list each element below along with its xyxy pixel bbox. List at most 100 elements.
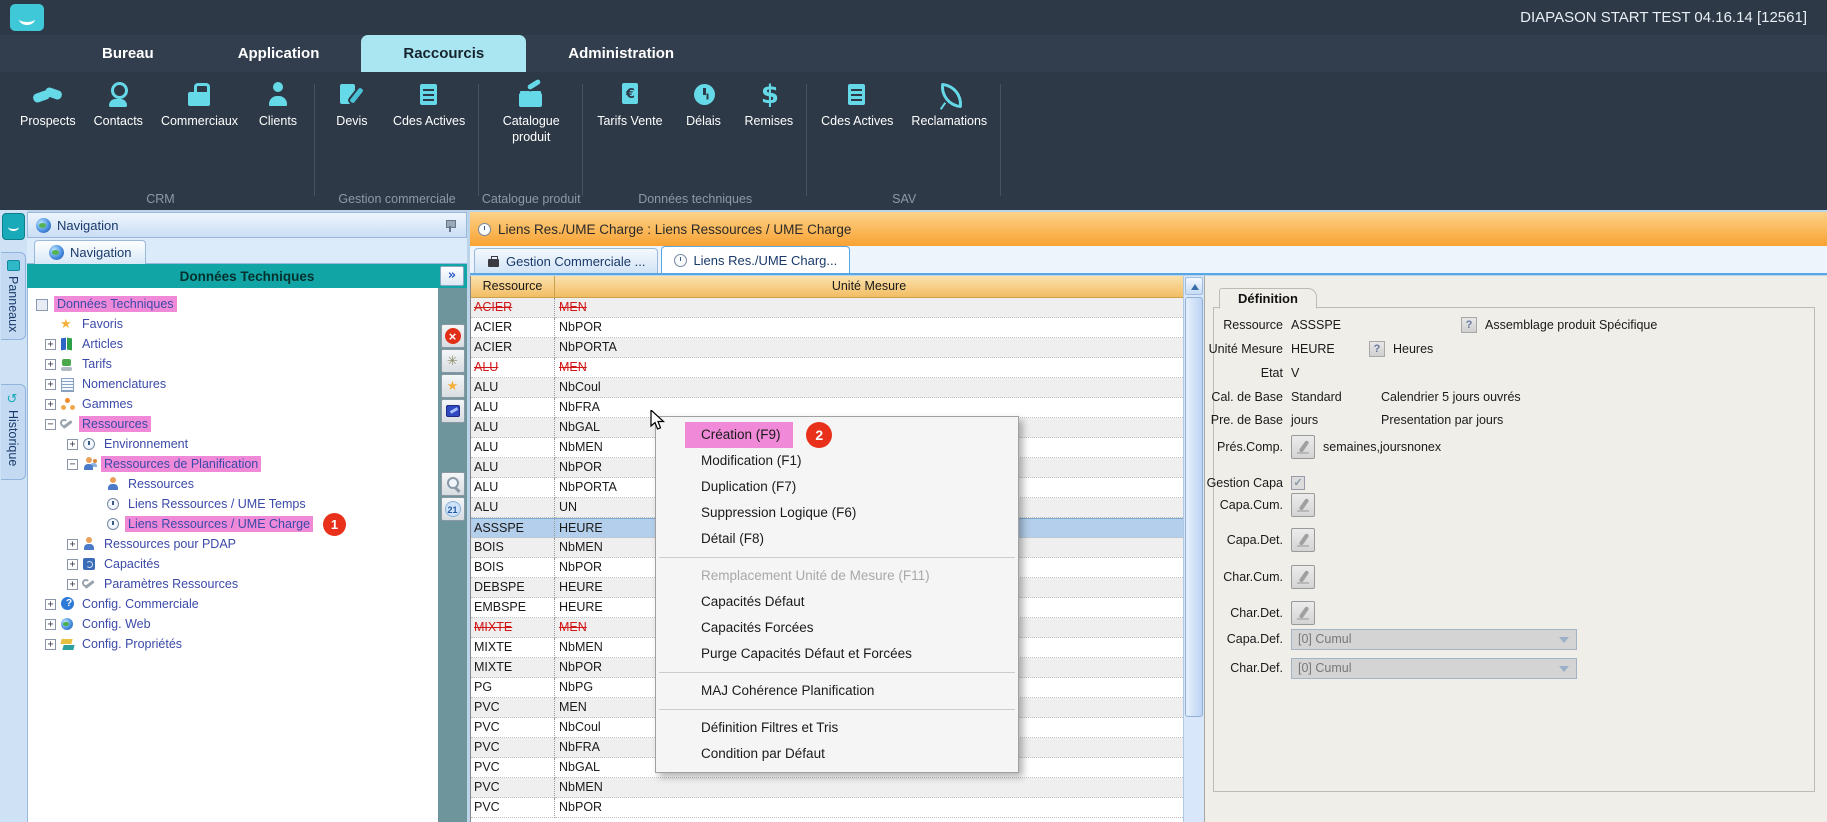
rail-collapse-icon[interactable] <box>2 213 25 240</box>
context-menu-item[interactable]: MAJ Cohérence Planification <box>657 678 1017 704</box>
table-row[interactable]: ALU NbCoul <box>471 378 1183 398</box>
tree-item[interactable]: Données Techniques <box>28 294 438 314</box>
context-menu-item[interactable]: Duplication (F7) <box>657 474 1017 500</box>
edit-hand-icon[interactable] <box>1291 493 1315 517</box>
expand-toggle-icon[interactable]: + <box>45 619 56 630</box>
table-row[interactable]: PVC NbMEN <box>471 778 1183 798</box>
tree-tool-button[interactable] <box>441 374 465 398</box>
tree-item[interactable]: Ressources <box>28 474 438 494</box>
tree-item[interactable]: + Ressources pour PDAP <box>28 534 438 554</box>
table-row[interactable]: ACIER NbPOR <box>471 318 1183 338</box>
ribbon-button[interactable]: Cdes Actives <box>393 80 465 130</box>
ribbon-button[interactable]: Contacts <box>94 80 143 130</box>
context-menu-item[interactable]: Condition par Défaut <box>657 741 1017 767</box>
help-icon[interactable]: ? <box>1369 341 1385 357</box>
document-tab[interactable]: Gestion Commerciale ... <box>474 248 658 273</box>
collapse-panel-button[interactable]: » <box>440 266 464 286</box>
context-menu-item[interactable]: Définition Filtres et Tris <box>657 715 1017 741</box>
tree-item[interactable]: + Nomenclatures <box>28 374 438 394</box>
edit-hand-icon[interactable] <box>1291 565 1315 589</box>
menu-tab[interactable]: Bureau <box>60 35 196 72</box>
menu-tab[interactable]: Application <box>196 35 362 72</box>
menu-tab[interactable]: Raccourcis <box>361 35 526 72</box>
checkbox-gestion-capa[interactable]: ✓ <box>1291 476 1305 490</box>
tree-tool-button[interactable] <box>441 472 465 496</box>
context-menu-item[interactable] <box>659 709 1015 710</box>
ribbon-button[interactable]: Prospects <box>20 80 76 130</box>
expand-toggle-icon[interactable]: + <box>45 379 56 390</box>
ribbon-button[interactable]: Cdes Actives <box>821 80 893 130</box>
ribbon-button[interactable]: Remises <box>745 80 794 130</box>
tree-item[interactable]: Liens Ressources / UME Charge 1 <box>28 514 438 534</box>
table-row[interactable]: ALU MEN <box>471 358 1183 378</box>
ribbon-button[interactable]: Reclamations <box>911 80 987 130</box>
app-logo-icon[interactable] <box>10 4 44 31</box>
tree-item[interactable]: + Articles <box>28 334 438 354</box>
table-scrollbar[interactable] <box>1183 276 1204 822</box>
edit-hand-icon[interactable] <box>1291 435 1315 459</box>
table-row[interactable]: ACIER NbPORTA <box>471 338 1183 358</box>
context-menu-item[interactable]: Modification (F1) <box>657 448 1017 474</box>
document-tab[interactable]: Liens Res./UME Charg... <box>661 246 850 273</box>
context-menu-item[interactable]: Suppression Logique (F6) <box>657 500 1017 526</box>
ribbon-button[interactable]: Devis <box>329 80 375 130</box>
tree-item[interactable]: + Paramètres Ressources <box>28 574 438 594</box>
tree-item[interactable]: − Ressources de Planification <box>28 454 438 474</box>
edit-hand-icon[interactable] <box>1291 528 1315 552</box>
ribbon-button[interactable]: Commerciaux <box>161 80 237 130</box>
context-menu-item[interactable]: Purge Capacités Défaut et Forcées <box>657 641 1017 667</box>
expand-toggle-icon[interactable]: + <box>67 539 78 550</box>
edit-hand-icon[interactable] <box>1291 601 1315 625</box>
dropdown-char-def[interactable]: [0] Cumul <box>1291 658 1577 679</box>
tree-item[interactable]: − Ressources <box>28 414 438 434</box>
expand-toggle-icon[interactable]: − <box>67 459 78 470</box>
tree-item[interactable]: + Gammes <box>28 394 438 414</box>
tree-tool-button[interactable] <box>441 324 465 348</box>
context-menu-item[interactable]: Capacités Forcées <box>657 615 1017 641</box>
tree-item[interactable]: + Config. Commerciale <box>28 594 438 614</box>
navigation-tab[interactable]: Navigation <box>34 240 146 264</box>
table-row[interactable]: ALU NbFRA <box>471 398 1183 418</box>
tree-item[interactable]: + Config. Web <box>28 614 438 634</box>
expand-toggle-icon[interactable]: + <box>45 399 56 410</box>
context-menu-item[interactable]: Détail (F8) <box>657 526 1017 552</box>
tree-tool-button[interactable] <box>441 349 465 373</box>
tree-item[interactable]: + Environnement <box>28 434 438 454</box>
context-menu-item[interactable]: Capacités Défaut <box>657 589 1017 615</box>
scroll-up-icon[interactable] <box>1185 277 1203 295</box>
table-row[interactable]: ACIER MEN <box>471 298 1183 318</box>
column-header-unite-mesure[interactable]: Unité Mesure <box>555 276 1183 297</box>
column-header-ressource[interactable]: Ressource <box>471 276 555 297</box>
ribbon-button[interactable]: Clients <box>255 80 301 130</box>
expand-toggle-icon[interactable]: + <box>45 639 56 650</box>
context-menu-item[interactable] <box>659 557 1015 558</box>
scrollbar-thumb[interactable] <box>1185 297 1203 717</box>
dropdown-capa-def[interactable]: [0] Cumul <box>1291 629 1577 650</box>
expand-toggle-icon[interactable]: − <box>45 419 56 430</box>
tree-item[interactable]: + Capacités <box>28 554 438 574</box>
vertical-tab-panneaux[interactable]: Panneaux <box>1 252 26 340</box>
context-menu-item[interactable]: Remplacement Unité de Mesure (F11) <box>657 563 1017 589</box>
help-icon[interactable]: ? <box>1461 317 1477 333</box>
tree-item[interactable]: Favoris <box>28 314 438 334</box>
expand-toggle-icon[interactable]: + <box>67 439 78 450</box>
expand-toggle-icon[interactable]: + <box>45 359 56 370</box>
expand-toggle-icon[interactable]: + <box>67 579 78 590</box>
table-row[interactable]: PVC NbPOR <box>471 798 1183 818</box>
ribbon-button[interactable]: Délais <box>681 80 727 130</box>
tab-definition[interactable]: Définition <box>1219 288 1317 309</box>
context-menu-item[interactable]: Création (F9) 2 <box>657 422 1017 448</box>
pin-icon[interactable] <box>444 219 456 232</box>
tree-item[interactable]: Liens Ressources / UME Temps <box>28 494 438 514</box>
ribbon-button[interactable]: Catalogue produit <box>493 80 569 145</box>
menu-tab[interactable]: Administration <box>526 35 716 72</box>
tree-item[interactable]: + Tarifs <box>28 354 438 374</box>
tree-tool-button[interactable] <box>441 399 465 423</box>
expand-toggle-icon[interactable]: + <box>45 599 56 610</box>
tree-tool-button[interactable] <box>441 497 465 521</box>
expand-toggle-icon[interactable]: + <box>67 559 78 570</box>
vertical-tab-historique[interactable]: ↺ Historique <box>1 384 26 480</box>
context-menu-item[interactable] <box>659 672 1015 673</box>
expand-toggle-icon[interactable]: + <box>45 339 56 350</box>
tree-item[interactable]: + Config. Propriétés <box>28 634 438 654</box>
